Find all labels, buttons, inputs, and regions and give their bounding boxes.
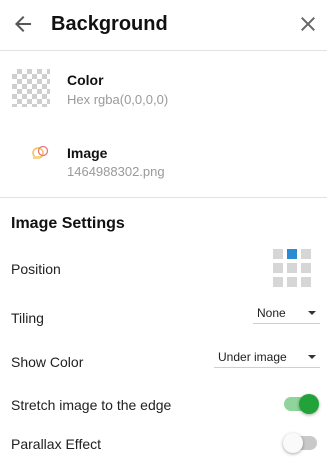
image-item[interactable]: Image 1464988302.png	[0, 135, 327, 185]
section-divider	[0, 197, 327, 198]
close-button[interactable]	[296, 12, 320, 36]
arrow-left-icon	[15, 16, 31, 32]
header-divider	[0, 50, 327, 51]
show-color-label: Show Color	[11, 354, 84, 370]
show-color-value: Under image	[218, 350, 287, 364]
position-middle-center[interactable]	[287, 263, 297, 273]
position-bottom-right[interactable]	[301, 277, 311, 287]
stretch-toggle[interactable]	[283, 394, 319, 414]
image-item-title: Image	[67, 145, 108, 161]
toggle-knob	[283, 433, 303, 453]
position-bottom-left[interactable]	[273, 277, 283, 287]
image-item-filename: 1464988302.png	[67, 164, 165, 179]
image-thumbnail-icon	[32, 145, 49, 159]
position-top-left[interactable]	[273, 249, 283, 259]
position-label: Position	[11, 261, 61, 277]
stretch-label: Stretch image to the edge	[11, 397, 172, 413]
show-color-dropdown[interactable]: Under image	[214, 346, 320, 368]
chevron-down-icon	[308, 311, 316, 315]
tiling-dropdown[interactable]: None	[253, 302, 320, 324]
color-item-value: Hex rgba(0,0,0,0)	[67, 92, 169, 107]
close-icon	[301, 17, 315, 31]
position-top-right[interactable]	[301, 249, 311, 259]
page-title: Background	[51, 13, 168, 35]
position-middle-left[interactable]	[273, 263, 283, 273]
transparent-swatch-icon	[12, 69, 50, 107]
tiling-label: Tiling	[11, 310, 44, 326]
color-item[interactable]: Color Hex rgba(0,0,0,0)	[0, 60, 327, 120]
parallax-label: Parallax Effect	[11, 436, 102, 452]
parallax-toggle[interactable]	[283, 433, 319, 453]
image-settings-heading: Image Settings	[11, 215, 125, 232]
color-item-title: Color	[67, 72, 104, 88]
position-top-center[interactable]	[287, 249, 297, 259]
chevron-down-icon	[308, 355, 316, 359]
back-button[interactable]	[11, 12, 35, 36]
tiling-value: None	[257, 306, 286, 320]
toggle-knob	[299, 394, 319, 414]
panel-header: Background	[0, 0, 327, 50]
position-bottom-center[interactable]	[287, 277, 297, 287]
position-grid-picker[interactable]	[273, 249, 311, 287]
position-middle-right[interactable]	[301, 263, 311, 273]
